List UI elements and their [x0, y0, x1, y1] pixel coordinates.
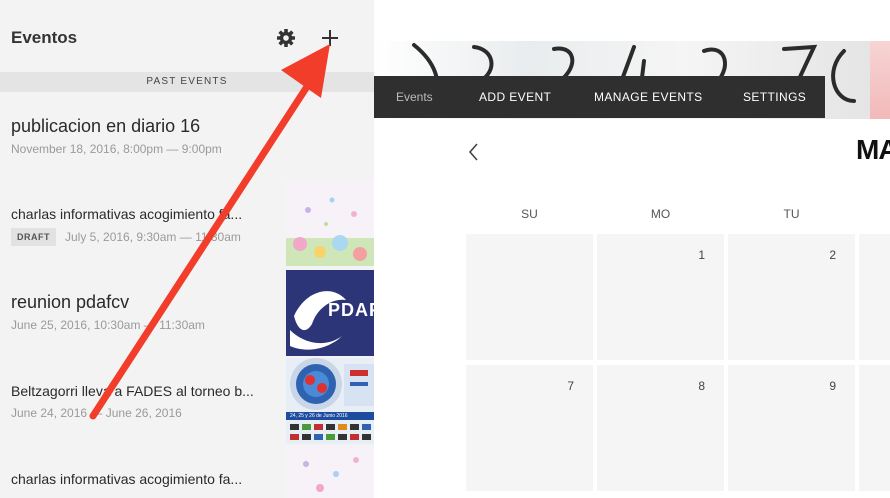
- event-item[interactable]: charlas informativas acogimiento fa... D…: [0, 180, 374, 268]
- chevron-left-icon: [468, 143, 478, 161]
- day-number: 7: [567, 379, 574, 393]
- event-title: reunion pdafcv: [11, 292, 130, 312]
- event-thumbnail: [286, 446, 374, 498]
- event-date: June 24, 2016 — June 26, 2016: [11, 406, 182, 420]
- event-item[interactable]: reunion pdafcv June 25, 2016, 10:30am — …: [0, 268, 374, 356]
- panel-title: Eventos: [11, 28, 78, 47]
- events-panel: Eventos PAST EVENTS publicacion en diari…: [0, 0, 374, 498]
- nav-manage-events[interactable]: MANAGE EVENTS: [594, 76, 703, 118]
- settings-button[interactable]: [276, 28, 296, 48]
- weekday-header: SU: [521, 207, 538, 221]
- tournament-poster-thumbnail: [286, 358, 374, 444]
- event-date: June 25, 2016, 10:30am — 11:30am: [11, 318, 205, 332]
- pdaf-logo-text: PDAF: [328, 300, 374, 320]
- day-number: 9: [829, 379, 836, 393]
- previous-month-button[interactable]: [466, 140, 482, 164]
- day-number: 2: [829, 248, 836, 262]
- past-events-header: PAST EVENTS: [0, 72, 374, 92]
- floral-thumbnail-image: [286, 446, 374, 498]
- calendar-day-cell[interactable]: 2: [728, 234, 855, 360]
- draft-badge: DRAFT: [11, 228, 56, 246]
- calendar-day-cell[interactable]: [466, 234, 593, 360]
- tournament-dates-text: 24, 25 y 26 de Junio 2016: [290, 413, 348, 419]
- event-thumbnail: [286, 180, 374, 266]
- event-item[interactable]: Beltzagorri lleva a FADES al torneo b...…: [0, 356, 374, 444]
- weekday-header: MO: [650, 207, 671, 221]
- month-title: MA: [856, 134, 890, 165]
- event-title: publicacion en diario 16: [11, 116, 201, 136]
- banner-red-accent: [870, 41, 890, 119]
- calendar-day-cell[interactable]: 9: [728, 365, 855, 491]
- add-event-button[interactable]: [320, 28, 340, 48]
- event-title: charlas informativas acogimiento fa...: [11, 471, 243, 487]
- plus-icon: [322, 30, 338, 46]
- floral-thumbnail-image: [286, 180, 374, 266]
- nav-events[interactable]: Events: [396, 76, 433, 118]
- gear-icon: [277, 29, 295, 47]
- event-title: charlas informativas acogimiento fa...: [11, 206, 243, 222]
- event-thumbnail: 24, 25 y 26 de Junio 2016: [286, 358, 374, 444]
- top-navigation: Events ADD EVENT MANAGE EVENTS SETTINGS: [374, 76, 825, 118]
- nav-add-event[interactable]: ADD EVENT: [479, 76, 551, 118]
- calendar-day-cell[interactable]: 8: [597, 365, 724, 491]
- weekday-header: TU: [783, 207, 800, 221]
- day-number: 8: [698, 379, 705, 393]
- calendar-day-cell[interactable]: [859, 234, 890, 360]
- event-item[interactable]: publicacion en diario 16 November 18, 20…: [0, 92, 374, 178]
- panel-header: Eventos: [0, 0, 374, 72]
- event-item[interactable]: charlas informativas acogimiento fa...: [0, 444, 374, 498]
- calendar-day-cell[interactable]: 1: [597, 234, 724, 360]
- calendar-day-cell[interactable]: [859, 365, 890, 491]
- event-date: November 18, 2016, 8:00pm — 9:00pm: [11, 142, 222, 156]
- day-number: 1: [698, 248, 705, 262]
- calendar-day-cell[interactable]: 7: [466, 365, 593, 491]
- event-thumbnail: PDAF: [286, 270, 374, 356]
- event-title: Beltzagorri lleva a FADES al torneo b...: [11, 383, 254, 399]
- event-date: July 5, 2016, 9:30am — 11:30am: [65, 230, 241, 244]
- nav-settings[interactable]: SETTINGS: [743, 76, 806, 118]
